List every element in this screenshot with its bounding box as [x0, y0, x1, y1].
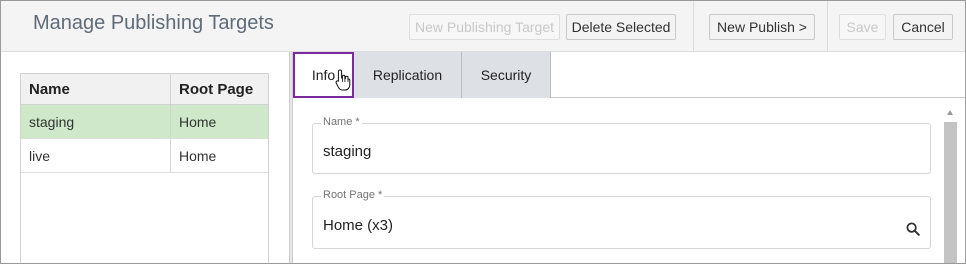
delete-selected-button[interactable]: Delete Selected	[566, 14, 676, 40]
root-page-field-value: Home (x3)	[323, 217, 394, 234]
name-field-value: staging	[323, 143, 372, 160]
detail-tabs: Info Replication Security	[293, 52, 965, 98]
target-name-cell: live	[21, 139, 171, 172]
root-page-field-label: Root Page *	[321, 189, 385, 201]
save-button[interactable]: Save	[839, 14, 886, 40]
table-header: Name Root Page	[21, 74, 268, 105]
targets-table: Name Root Page staging Home live Home	[20, 73, 269, 263]
target-root-page-cell: Home	[179, 147, 217, 164]
header-divider	[693, 1, 694, 52]
header-divider	[827, 1, 828, 52]
table-row[interactable]: staging Home	[21, 105, 268, 139]
tab-security[interactable]: Security	[462, 52, 551, 98]
root-page-field[interactable]: Root Page * Home (x3)	[312, 189, 931, 249]
name-field[interactable]: Name * staging	[312, 116, 931, 174]
name-field-label: Name *	[321, 116, 362, 128]
column-header-name[interactable]: Name	[21, 74, 171, 104]
tab-replication[interactable]: Replication	[354, 52, 462, 98]
new-publish-button[interactable]: New Publish >	[709, 14, 815, 40]
table-row[interactable]: live Home	[21, 139, 268, 173]
page-title: Manage Publishing Targets	[33, 12, 274, 34]
new-publishing-target-button[interactable]: New Publishing Target	[409, 14, 560, 40]
search-icon[interactable]	[906, 222, 920, 236]
cancel-button[interactable]: Cancel	[893, 14, 953, 40]
column-header-root-page[interactable]: Root Page	[171, 74, 268, 104]
scroll-thumb[interactable]	[944, 122, 957, 263]
hand-pointer-icon	[335, 69, 351, 91]
scroll-up-arrow-icon[interactable]	[947, 110, 953, 115]
target-root-page-cell: Home	[179, 113, 217, 130]
target-name-cell: staging	[21, 105, 171, 138]
publishing-targets-dialog: Manage Publishing Targets New Publishing…	[0, 0, 966, 264]
dialog-header: Manage Publishing Targets New Publishing…	[1, 1, 965, 52]
